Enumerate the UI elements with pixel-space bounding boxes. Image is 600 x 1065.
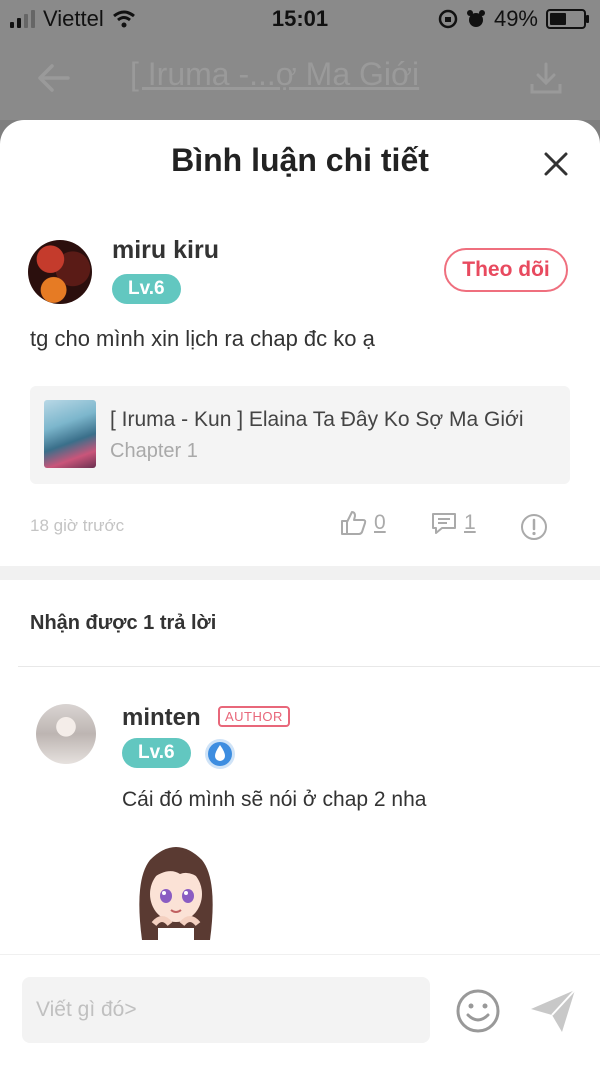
alarm-icon: [466, 10, 485, 27]
send-icon[interactable]: [528, 987, 578, 1035]
comment-input-bar: [0, 954, 600, 1065]
rotation-lock-icon: [438, 9, 458, 29]
comment-text: tg cho mình xin lịch ra chap đc ko ạ: [30, 326, 375, 351]
background-header: [ Iruma -...ợ Ma Giới: [0, 40, 600, 120]
battery-icon: [546, 9, 589, 29]
report-icon[interactable]: [520, 513, 548, 541]
replies-header: Nhận được 1 trả lời: [30, 612, 217, 634]
comment-timestamp: 18 giờ trước: [30, 516, 125, 535]
author-tag: AUTHOR: [218, 706, 290, 727]
story-title: [ Iruma - Kun ] Elaina Ta Đây Ko Sợ Ma G…: [110, 408, 524, 431]
divider-line: [18, 666, 600, 667]
reply-author-username[interactable]: minten: [122, 704, 201, 732]
commenter-avatar[interactable]: [28, 240, 92, 304]
commenter-level-badge: Lv.6: [112, 274, 181, 304]
comment-input[interactable]: [22, 977, 430, 1043]
story-chapter: Chapter 1: [110, 440, 198, 462]
comment-detail-sheet: Bình luận chi tiết miru kiru Lv.6 Theo d…: [0, 120, 600, 1065]
close-icon[interactable]: [542, 150, 570, 178]
like-count: 0: [374, 511, 386, 534]
reply-level-badge: Lv.6: [122, 738, 191, 768]
background-title: [ Iruma -...ợ Ma Giới: [130, 56, 420, 92]
download-icon: [530, 62, 562, 94]
back-arrow-icon: [38, 64, 70, 92]
reply-author-avatar[interactable]: [36, 704, 96, 764]
story-cover-image: [44, 400, 96, 468]
sheet-title: Bình luận chi tiết: [171, 142, 429, 178]
follow-button[interactable]: Theo dõi: [444, 248, 568, 292]
shield-badge-icon: [205, 739, 235, 769]
section-divider: [0, 566, 600, 580]
reply-count-button[interactable]: 1: [430, 510, 476, 536]
reply-text: Cái đó mình sẽ nói ở chap 2 nha: [122, 788, 427, 811]
anime-girl-sticker: [139, 847, 213, 940]
story-card[interactable]: [ Iruma - Kun ] Elaina Ta Đây Ko Sợ Ma G…: [30, 386, 570, 484]
like-icon: [341, 511, 367, 535]
commenter-username[interactable]: miru kiru: [112, 236, 219, 265]
like-button[interactable]: 0: [340, 510, 386, 536]
emoji-icon[interactable]: [454, 987, 502, 1035]
reply-count: 1: [464, 511, 476, 534]
battery-percent: 49%: [493, 6, 538, 31]
status-right: 49%: [438, 6, 589, 32]
reply-icon: [432, 513, 456, 534]
status-bar: Viettel 15:01 49%: [0, 0, 600, 40]
